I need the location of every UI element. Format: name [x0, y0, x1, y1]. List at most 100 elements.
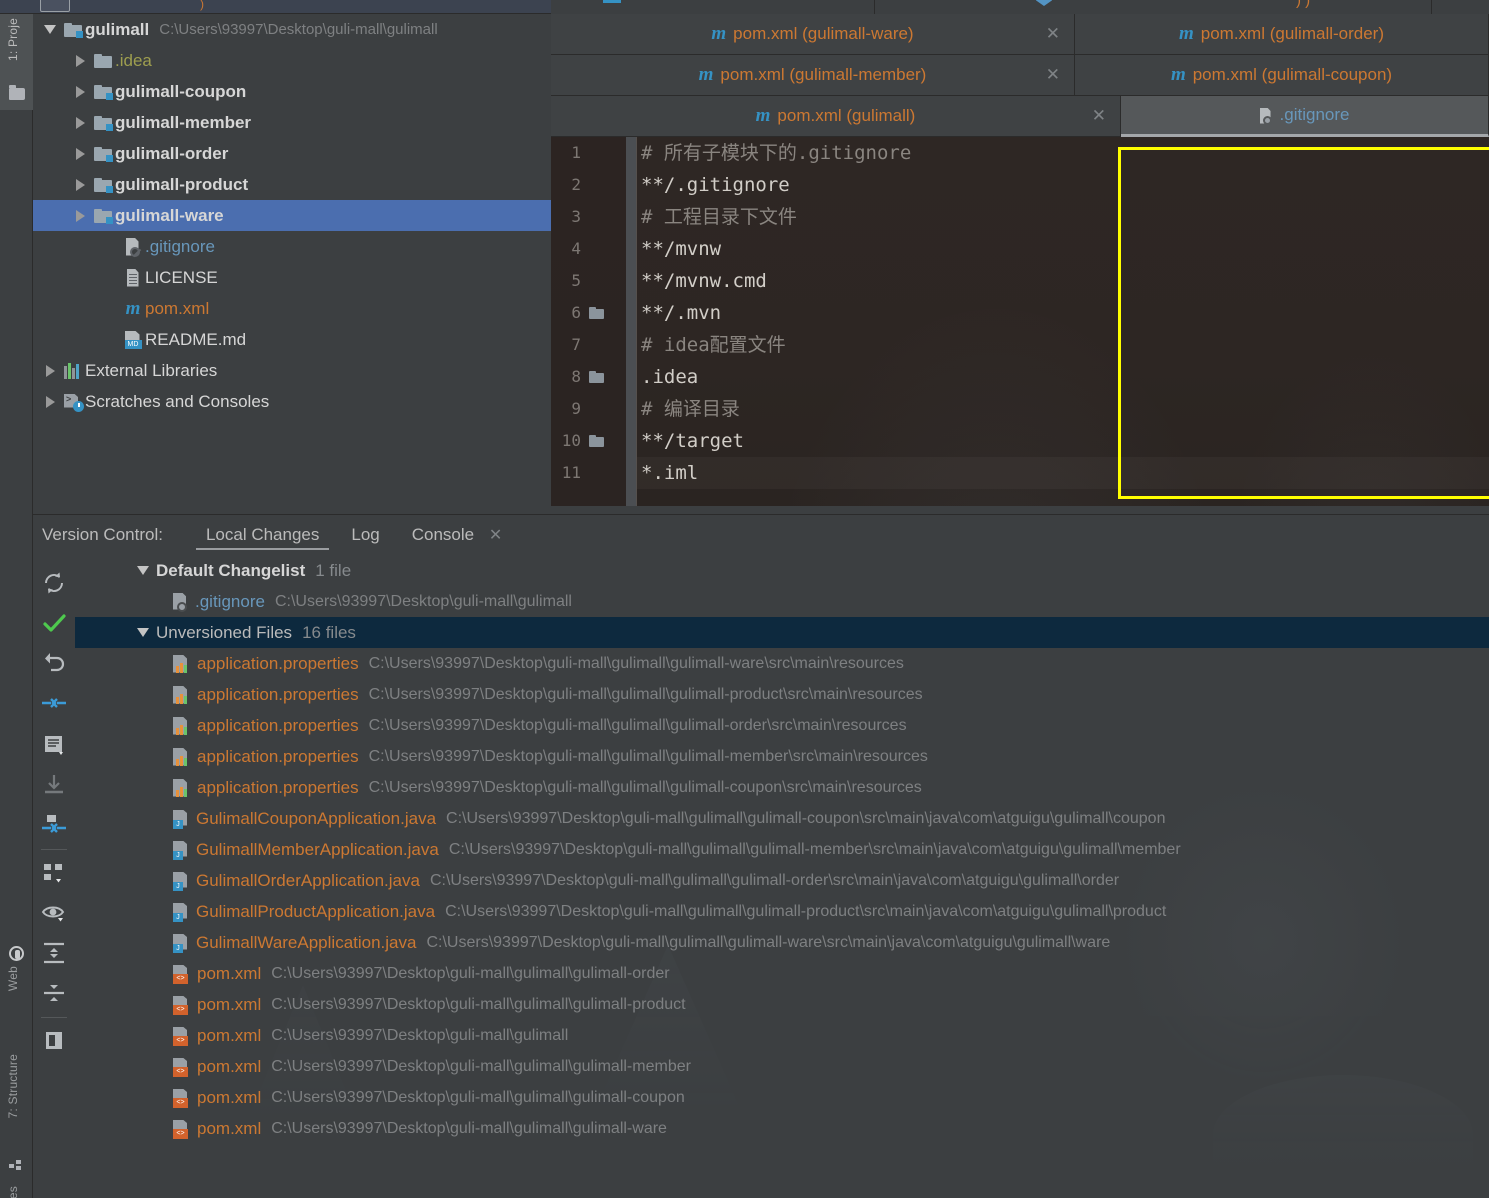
changed-file-row[interactable]: J GulimallOrderApplication.java C:\Users\9…	[75, 865, 1489, 896]
license-icon	[121, 268, 145, 287]
tree-node-gulimall-product[interactable]: gulimall-product	[33, 169, 551, 200]
code-line[interactable]: **/.gitignore	[641, 169, 790, 201]
tree-node-gulimall-coupon[interactable]: gulimall-coupon	[33, 76, 551, 107]
changed-file-row[interactable]: <> pom.xml C:\Users\93997\Desktop\guli-mal…	[75, 1113, 1489, 1144]
tree-node-gulimall[interactable]: gulimall C:\Users\93997\Desktop\guli-mall…	[33, 14, 551, 45]
changed-file-path: C:\Users\93997\Desktop\guli-mall\gulimal…	[368, 747, 928, 765]
changelist-file-count: 1 file	[315, 560, 352, 580]
editor-tab-pom-xml-gulimall-ware[interactable]: m pom.xml (gulimall-ware) ✕	[551, 14, 1075, 55]
chevron-right-icon[interactable]	[69, 116, 91, 129]
sidebar-item-favorites-label[interactable]: es	[6, 1186, 20, 1198]
changed-file-row[interactable]: J GulimallCouponApplication.java C:\Users\…	[75, 803, 1489, 834]
editor-tab-pom-xml-gulimall-coupon[interactable]: m pom.xml (gulimall-coupon)	[1075, 55, 1489, 96]
group-by-icon[interactable]	[40, 859, 68, 887]
tree-node-gitignore[interactable]: .gitignore	[33, 231, 551, 262]
collapse-all-icon[interactable]	[40, 979, 68, 1007]
code-line[interactable]: **/mvnw	[641, 233, 721, 265]
folder-gutter-icon[interactable]	[589, 307, 604, 319]
tree-node-pom-xml[interactable]: m pom.xml	[33, 293, 551, 324]
chevron-right-icon[interactable]	[69, 147, 91, 160]
changed-file-row[interactable]: application.properties C:\Users\93997\Des…	[75, 710, 1489, 741]
changelist-group-header[interactable]: Unversioned Files 16 files	[75, 617, 1489, 648]
chevron-down-icon[interactable]	[130, 566, 156, 575]
code-line[interactable]: .idea	[641, 361, 698, 393]
changed-file-row[interactable]: <> pom.xml C:\Users\93997\Desktop\guli-mal…	[75, 958, 1489, 989]
show-diff-icon[interactable]	[40, 731, 68, 759]
tree-node-external-libraries[interactable]: External Libraries	[33, 355, 551, 386]
sidebar-item-structure-label[interactable]: 7: Structure	[6, 1054, 20, 1118]
code-line[interactable]: # 工程目录下文件	[641, 201, 797, 233]
chevron-right-icon[interactable]	[69, 85, 91, 98]
shelve-icon[interactable]	[40, 811, 68, 839]
toolbar-fragment-box[interactable]	[40, 0, 70, 12]
download-icon[interactable]	[40, 771, 68, 799]
eye-preview-icon[interactable]	[40, 899, 68, 927]
preview-pane-icon[interactable]	[40, 1027, 68, 1055]
close-icon[interactable]: ✕	[1092, 106, 1106, 126]
code-line[interactable]: **/target	[641, 425, 744, 457]
code-line[interactable]: **/mvnw.cmd	[641, 265, 767, 297]
tree-node-scratches-and-consoles[interactable]: > Scratches and Consoles	[33, 386, 551, 417]
changed-file-row[interactable]: <> pom.xml C:\Users\93997\Desktop\guli-mal…	[75, 1020, 1489, 1051]
changelist-group-header[interactable]: Default Changelist 1 file	[75, 555, 1489, 586]
structure-icon[interactable]	[9, 1160, 23, 1172]
folder-gutter-icon[interactable]	[589, 371, 604, 383]
code-line[interactable]: *.iml	[641, 457, 698, 489]
editor-tab-pom-xml-gulimall-member[interactable]: m pom.xml (gulimall-member) ✕	[551, 55, 1075, 96]
changed-file-row[interactable]: application.properties C:\Users\93997\Des…	[75, 648, 1489, 679]
chevron-right-icon[interactable]	[69, 209, 91, 222]
tree-node-license[interactable]: LICENSE	[33, 262, 551, 293]
line-number: 4	[571, 239, 581, 258]
code-editor[interactable]: 1 # 所有子模块下的.gitignore 2 **/.gitignore 3 # 工程目…	[551, 137, 1489, 514]
editor-tab-pom-xml-gulimall[interactable]: m pom.xml (gulimall) ✕	[551, 96, 1121, 137]
close-icon[interactable]: ✕	[1046, 65, 1060, 85]
chevron-right-icon[interactable]	[69, 178, 91, 191]
code-line[interactable]: # 所有子模块下的.gitignore	[641, 137, 911, 169]
tree-node-idea[interactable]: .idea	[33, 45, 551, 76]
tab-console-label: Console	[411, 525, 475, 544]
editor-tab-gitignore[interactable]: .gitignore	[1121, 96, 1489, 137]
changed-file-row[interactable]: application.properties C:\Users\93997\Des…	[75, 679, 1489, 710]
changed-file-row[interactable]: <> pom.xml C:\Users\93997\Desktop\guli-mal…	[75, 1051, 1489, 1082]
tree-node-label: gulimall-order	[115, 143, 229, 163]
module-folder-icon	[91, 84, 115, 100]
sidebar-item-web-label[interactable]: Web	[6, 966, 20, 991]
tab-console[interactable]: Console ✕	[396, 515, 519, 555]
chevron-down-icon[interactable]	[130, 628, 156, 637]
expand-all-icon[interactable]	[40, 939, 68, 967]
web-globe-icon[interactable]	[9, 946, 24, 961]
collapse-arrows-icon[interactable]	[40, 689, 68, 717]
revert-icon[interactable]	[40, 649, 68, 677]
close-icon[interactable]: ✕	[1046, 24, 1060, 44]
tab-log[interactable]: Log	[335, 515, 395, 555]
chevron-right-icon[interactable]	[69, 54, 91, 67]
changed-file-row[interactable]: J GulimallProductApplication.java C:\Users…	[75, 896, 1489, 927]
chevron-right-icon[interactable]	[39, 395, 61, 408]
chevron-right-icon[interactable]	[39, 364, 61, 377]
changes-tree[interactable]: Default Changelist 1 file .gitignore C:\Use…	[75, 555, 1489, 1198]
changed-file-row[interactable]: application.properties C:\Users\93997\Des…	[75, 741, 1489, 772]
tree-node-gulimall-order[interactable]: gulimall-order	[33, 138, 551, 169]
refresh-icon[interactable]	[40, 569, 68, 597]
code-line[interactable]: # 编译目录	[641, 393, 740, 425]
changed-file-row[interactable]: <> pom.xml C:\Users\93997\Desktop\guli-mal…	[75, 1082, 1489, 1113]
changed-file-row[interactable]: <> pom.xml C:\Users\93997\Desktop\guli-mal…	[75, 989, 1489, 1020]
folder-gutter-icon[interactable]	[589, 435, 604, 447]
tree-node-gulimall-member[interactable]: gulimall-member	[33, 107, 551, 138]
changed-file-row[interactable]: J GulimallMemberApplication.java C:\Users\…	[75, 834, 1489, 865]
toolbar-divider	[41, 849, 67, 850]
changed-file-row[interactable]: J GulimallWareApplication.java C:\Users\93…	[75, 927, 1489, 958]
code-line[interactable]: # idea配置文件	[641, 329, 786, 361]
close-icon[interactable]: ✕	[489, 527, 502, 544]
commit-check-icon[interactable]	[40, 609, 68, 637]
changed-file-row[interactable]: .gitignore C:\Users\93997\Desktop\guli-ma…	[75, 586, 1489, 617]
tree-node-gulimall-ware[interactable]: gulimall-ware	[33, 200, 551, 231]
version-control-toolbar	[33, 555, 75, 1198]
tab-local-changes[interactable]: Local Changes	[190, 515, 335, 555]
tree-node-readme-md[interactable]: MD README.md	[33, 324, 551, 355]
project-tool-button-active[interactable]: 1: Proje	[0, 14, 33, 110]
code-line[interactable]: **/.mvn	[641, 297, 721, 329]
changed-file-row[interactable]: application.properties C:\Users\93997\Des…	[75, 772, 1489, 803]
editor-tab-pom-xml-gulimall-order[interactable]: m pom.xml (gulimall-order)	[1075, 14, 1489, 55]
chevron-down-icon[interactable]	[39, 25, 61, 34]
